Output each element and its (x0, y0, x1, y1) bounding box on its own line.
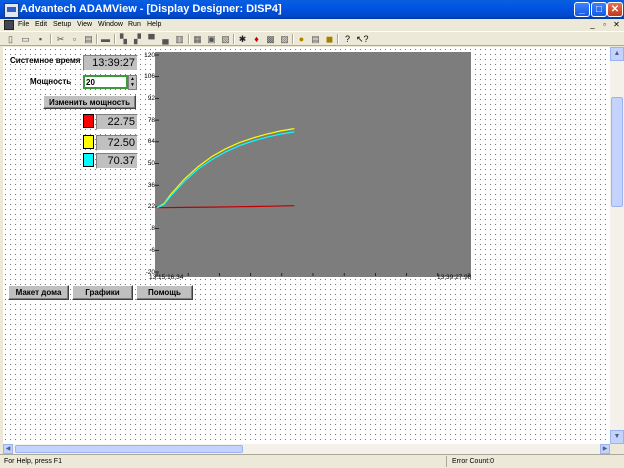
reading-cyan: 70.37 (96, 153, 138, 169)
y-tick-label: 92 (147, 94, 155, 102)
print-icon[interactable]: ▬ (100, 34, 111, 44)
reading-red: 22.75 (96, 114, 138, 130)
stepper-down-icon[interactable]: ▼ (129, 82, 136, 88)
open-icon[interactable]: ▭ (20, 34, 31, 44)
maximize-button[interactable]: □ (591, 2, 607, 17)
y-tick-label: 36 (147, 181, 155, 189)
status-error-count: Error Count:0 (452, 458, 495, 465)
cut-icon[interactable]: ✂ (55, 34, 66, 44)
document-icon[interactable] (4, 20, 14, 30)
y-tick-label: -6 (149, 246, 155, 254)
vertical-scrollbar[interactable]: ▲ ▼ (610, 47, 624, 444)
system-time-label: Системное время (10, 56, 81, 65)
y-tick-label: 50 (147, 160, 155, 167)
menu-view[interactable]: View (77, 19, 92, 31)
align-top-icon[interactable]: ▀ (146, 34, 157, 44)
series-line-2 (156, 131, 295, 209)
space-h-icon[interactable]: ▥ (174, 34, 185, 44)
status-help-text: For Help, press F1 (4, 458, 62, 465)
align-bottom-icon[interactable]: ▄ (160, 34, 171, 44)
menu-window[interactable]: Window (98, 19, 123, 31)
save-icon[interactable]: ▪ (35, 34, 46, 44)
new-icon[interactable]: ▯ (5, 34, 16, 44)
house-layout-button[interactable]: Макет дома (8, 285, 69, 300)
chart-svg (155, 54, 470, 276)
space-v-icon[interactable]: ▦ (192, 34, 203, 44)
horizontal-scrollbar[interactable]: ◀ ▶ (3, 444, 610, 454)
menu-bar: File Edit Setup View Window Run Help _ ▫… (0, 19, 624, 31)
copy-icon[interactable]: ▫ (69, 34, 80, 44)
vertical-scroll-thumb[interactable] (611, 97, 623, 207)
run-icon[interactable]: ♦ (251, 34, 262, 44)
toolbar: ▯ ▭ ▪ ✂ ▫ ▤ ▬ ▚ ▞ ▀ ▄ ▥ ▦ ▣ ▧ ✱ ♦ ▩ ▨ ● … (0, 31, 624, 46)
status-bar: For Help, press F1 Error Count:0 (0, 454, 624, 468)
size-icon[interactable]: ▣ (206, 34, 217, 44)
power-stepper[interactable]: ▲ ▼ (128, 75, 137, 90)
power-label: Мощность (30, 77, 72, 86)
window-title: Advantech ADAMView - [Display Designer: … (20, 3, 282, 15)
y-tick-label: 106 (144, 73, 155, 81)
scroll-up-icon[interactable]: ▲ (610, 47, 624, 61)
context-help-icon[interactable]: ↖? (356, 34, 369, 44)
pointer-icon[interactable]: ▧ (220, 34, 231, 44)
series-line-1 (156, 128, 295, 209)
horizontal-scroll-thumb[interactable] (15, 445, 243, 453)
tool1-icon[interactable]: ▤ (310, 34, 321, 44)
yellow-swatch (83, 135, 94, 149)
design-canvas[interactable]: Системное время 13:39:27 Мощность 20 ▲ ▼… (3, 47, 610, 444)
help-button[interactable]: Помощь (136, 285, 193, 300)
help-icon[interactable]: ? (342, 34, 353, 44)
step-icon[interactable]: ▩ (265, 34, 276, 44)
lock-icon[interactable]: ● (296, 34, 307, 44)
x-tick-label: 13:15:16.34 (149, 274, 184, 281)
power-input[interactable]: 20 (83, 75, 128, 89)
walk-icon[interactable]: ✱ (237, 34, 248, 44)
menu-file[interactable]: File (18, 19, 29, 31)
title-bar: Advantech ADAMView - [Display Designer: … (0, 0, 624, 19)
y-tick-label: 8 (151, 225, 155, 233)
system-time-display: 13:39:27 (83, 55, 138, 71)
app-icon[interactable] (4, 3, 19, 18)
menu-help[interactable]: Help (147, 19, 161, 31)
mdi-minimize-button[interactable]: _ (588, 20, 597, 29)
minimize-button[interactable]: _ (574, 2, 590, 17)
stop-icon[interactable]: ▨ (279, 34, 290, 44)
scroll-down-icon[interactable]: ▼ (610, 430, 624, 444)
scroll-left-icon[interactable]: ◀ (3, 444, 13, 454)
mdi-restore-button[interactable]: ▫ (600, 20, 609, 29)
series-line-0 (156, 205, 295, 209)
menu-edit[interactable]: Edit (35, 19, 47, 31)
trend-chart[interactable]: 120 106 92 78 64 50 36 22 8 -6 -20 13:15:16.34 13:3… (141, 51, 472, 282)
cyan-swatch (83, 153, 94, 167)
tool2-icon[interactable]: ◼ (324, 34, 335, 44)
y-tick-label: 120 (144, 51, 155, 59)
mdi-close-button[interactable]: ✕ (612, 20, 621, 29)
change-power-button[interactable]: Изменить мощность (43, 95, 136, 109)
close-button[interactable]: ✕ (607, 2, 623, 17)
y-tick-label: 64 (147, 138, 155, 146)
red-swatch (83, 114, 94, 128)
menu-run[interactable]: Run (128, 19, 141, 31)
y-tick-label: 78 (147, 116, 155, 124)
x-tick-label: 13:39:27.98 (437, 274, 472, 281)
align-left-icon[interactable]: ▚ (118, 34, 129, 44)
paste-icon[interactable]: ▤ (83, 34, 94, 44)
reading-yellow: 72.50 (96, 135, 138, 151)
charts-button[interactable]: Графики (72, 285, 133, 300)
scroll-right-icon[interactable]: ▶ (600, 444, 610, 454)
align-right-icon[interactable]: ▞ (132, 34, 143, 44)
menu-setup[interactable]: Setup (53, 19, 71, 31)
y-tick-label: 22 (147, 203, 155, 211)
